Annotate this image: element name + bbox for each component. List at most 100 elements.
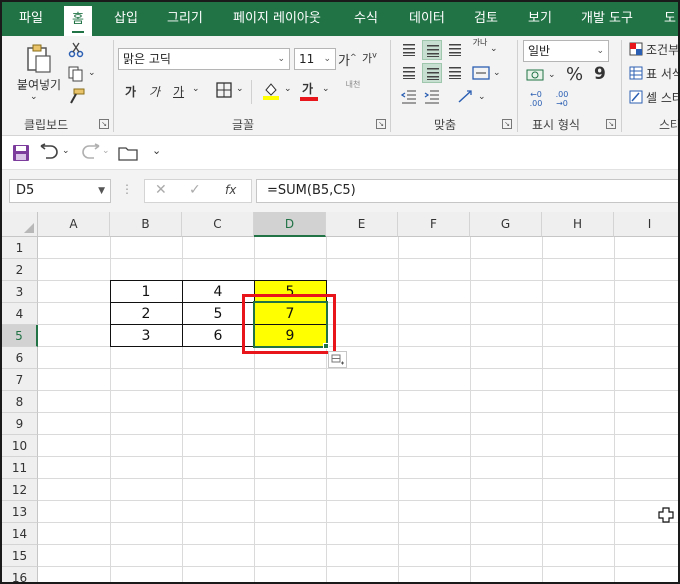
number-format-select[interactable]: 일반 ⌄ [523, 40, 609, 62]
row-header[interactable]: 4 [2, 303, 38, 325]
cell-b4[interactable]: 2 [110, 303, 182, 325]
row-header[interactable]: 8 [2, 391, 38, 413]
customize-qat-icon[interactable]: ⌄ [152, 144, 161, 157]
column-header[interactable]: H [542, 212, 614, 237]
font-name-select[interactable]: 맑은 고딕 ⌄ [118, 48, 290, 70]
orientation-button[interactable]: 가나 [472, 38, 488, 47]
column-header[interactable]: F [398, 212, 470, 237]
row-header[interactable]: 3 [2, 281, 38, 303]
column-header[interactable]: B [110, 212, 182, 237]
align-middle-button[interactable] [422, 40, 442, 60]
formula-input[interactable]: =SUM(B5,C5) [256, 179, 678, 203]
auto-fill-options-button[interactable] [328, 351, 347, 368]
align-top-button[interactable] [399, 40, 419, 60]
redo-icon[interactable] [80, 143, 100, 161]
worksheet-grid[interactable]: A B C D E F G H I 1 2 3 4 5 6 7 8 9 10 1… [2, 212, 678, 582]
row-header[interactable]: 6 [2, 347, 38, 369]
column-header[interactable]: G [470, 212, 542, 237]
text-direction-icon[interactable] [457, 88, 475, 104]
tab-view[interactable]: 보기 [528, 2, 552, 36]
row-header[interactable]: 9 [2, 413, 38, 435]
row-header[interactable]: 15 [2, 545, 38, 567]
row-header[interactable]: 13 [2, 501, 38, 523]
fill-color-icon[interactable] [262, 80, 280, 100]
merge-center-icon[interactable] [472, 66, 490, 80]
increase-decimal-button[interactable]: ←0 .00 [526, 90, 546, 108]
align-middle-icon [427, 45, 439, 57]
cell-b3[interactable]: 1 [110, 281, 182, 303]
column-header[interactable]: E [326, 212, 398, 237]
borders-icon[interactable] [216, 82, 232, 98]
align-left-button[interactable] [399, 63, 419, 83]
cell-styles-button[interactable]: 셀 스타 [627, 88, 678, 108]
row-header[interactable]: 11 [2, 457, 38, 479]
row-header[interactable]: 1 [2, 237, 38, 259]
number-launcher-icon[interactable]: ↘ [606, 119, 616, 129]
gridline [38, 544, 678, 545]
underline-button[interactable]: 가 [173, 83, 184, 100]
cancel-icon[interactable]: ✕ [155, 182, 167, 198]
column-header[interactable]: A [38, 212, 110, 237]
font-size-select[interactable]: 11 ⌄ [294, 48, 336, 70]
tab-data[interactable]: 데이터 [409, 2, 445, 36]
conditional-format-button[interactable]: 조건부 [627, 40, 678, 60]
format-as-table-label: 표 서식 [646, 67, 680, 81]
row-header[interactable]: 2 [2, 259, 38, 281]
bold-button[interactable]: 가 [125, 83, 136, 100]
italic-button[interactable]: 가 [149, 83, 160, 100]
row-header[interactable]: 10 [2, 435, 38, 457]
row-header[interactable]: 14 [2, 523, 38, 545]
row-header[interactable]: 12 [2, 479, 38, 501]
tab-more[interactable]: 도 [664, 2, 676, 36]
cut-icon[interactable] [68, 42, 84, 58]
enter-check-icon[interactable]: ✓ [189, 182, 201, 198]
align-center-button[interactable] [422, 63, 442, 83]
accounting-format-icon[interactable] [526, 68, 546, 82]
insert-function-button[interactable]: fx [225, 183, 236, 197]
grow-font-button[interactable]: 가^ [338, 50, 357, 69]
row-header[interactable]: 16 [2, 567, 38, 582]
tab-draw[interactable]: 그리기 [167, 2, 203, 36]
column-header[interactable]: I [614, 212, 678, 237]
tab-formulas[interactable]: 수식 [354, 2, 378, 36]
cell-b5[interactable]: 3 [110, 325, 182, 347]
chevron-down-icon[interactable]: ⌄ [102, 146, 110, 156]
save-icon[interactable] [12, 144, 30, 162]
tab-insert[interactable]: 삽입 [114, 2, 138, 36]
folder-icon[interactable] [118, 145, 138, 161]
row-header[interactable]: 7 [2, 369, 38, 391]
increase-indent-icon[interactable] [424, 90, 440, 104]
clipboard-launcher-icon[interactable]: ↘ [99, 119, 109, 129]
font-color-button[interactable]: 가 [302, 80, 313, 97]
select-all-button[interactable] [2, 212, 38, 237]
alignment-launcher-icon[interactable]: ↘ [502, 119, 512, 129]
gridline [470, 237, 471, 582]
percent-button[interactable]: % [566, 64, 583, 85]
align-right-button[interactable] [445, 63, 465, 83]
name-box[interactable]: D5 ▼ [9, 179, 111, 203]
shrink-font-button[interactable]: 가v [362, 50, 377, 66]
gridline [38, 434, 678, 435]
align-bottom-button[interactable] [445, 40, 465, 60]
tab-developer[interactable]: 개발 도구 [581, 2, 633, 36]
phonetic-button[interactable]: 내천 [344, 80, 362, 89]
decrease-decimal-button[interactable]: .00 →0 [552, 90, 572, 108]
format-painter-icon[interactable] [68, 88, 86, 104]
tab-review[interactable]: 검토 [474, 2, 498, 36]
comma-button[interactable]: 9 [594, 64, 606, 84]
column-header-selected[interactable]: D [254, 212, 326, 237]
tab-file[interactable]: 파일 [2, 2, 60, 36]
paste-button[interactable]: 붙여넣기 ⌄ [8, 40, 66, 102]
undo-icon[interactable] [40, 143, 60, 161]
more-dots-icon: ⋮ [121, 182, 133, 196]
format-as-table-button[interactable]: 표 서식 [627, 64, 680, 84]
font-launcher-icon[interactable]: ↘ [376, 119, 386, 129]
chevron-down-icon[interactable]: ⌄ [62, 146, 70, 156]
decrease-indent-icon[interactable] [401, 90, 417, 104]
tab-home[interactable]: 홈 [64, 6, 92, 36]
row-header-selected[interactable]: 5 [2, 325, 38, 347]
gridline [38, 456, 678, 457]
copy-icon[interactable] [68, 66, 84, 82]
column-header[interactable]: C [182, 212, 254, 237]
tab-page-layout[interactable]: 페이지 레이아웃 [233, 2, 321, 36]
